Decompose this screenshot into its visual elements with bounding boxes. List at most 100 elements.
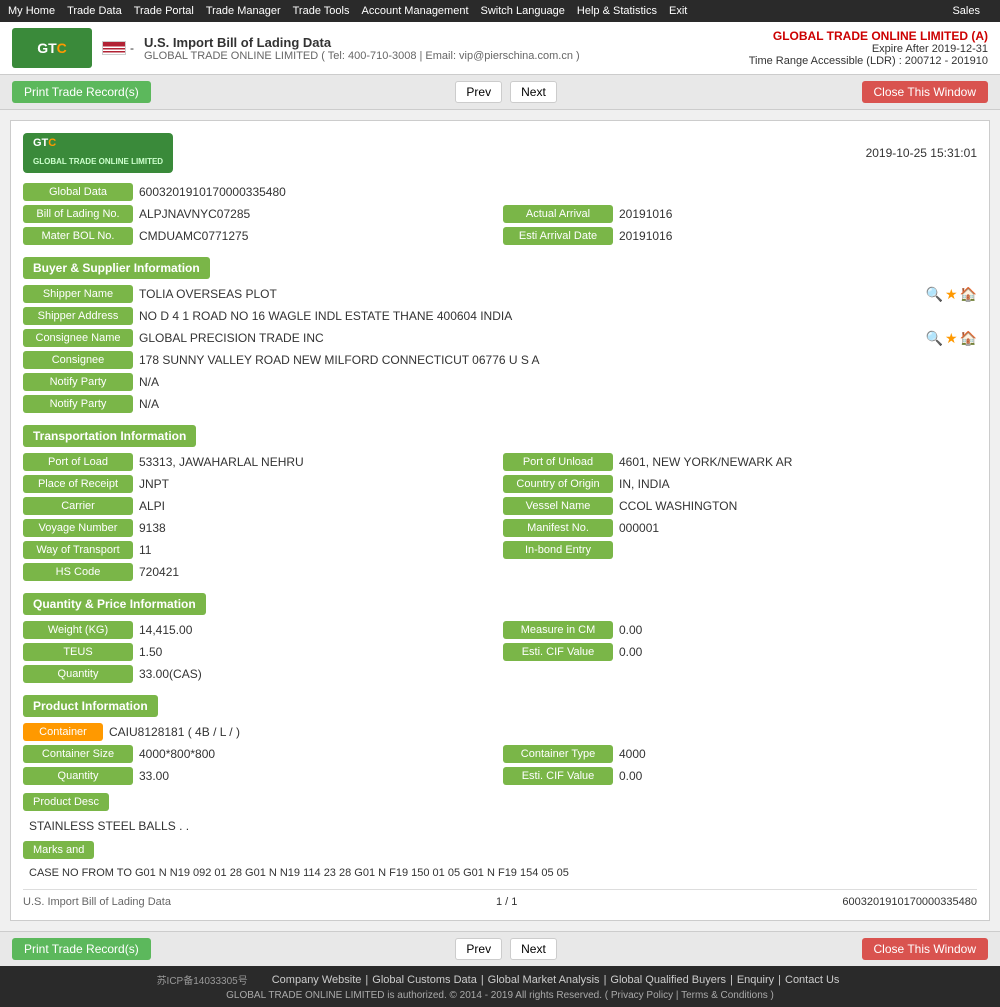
- teus-value: 1.50: [139, 645, 497, 659]
- shipper-name-value: TOLIA OVERSEAS PLOT: [139, 287, 922, 301]
- esti-cif-col: Esti. CIF Value 0.00: [503, 643, 977, 661]
- shipper-address-value: NO D 4 1 ROAD NO 16 WAGLE INDL ESTATE TH…: [139, 309, 977, 323]
- product-esti-cif-label: Esti. CIF Value: [503, 767, 613, 785]
- footer-link-customs[interactable]: Global Customs Data: [372, 974, 477, 986]
- weight-measure-row: Weight (KG) 14,415.00 Measure in CM 0.00: [23, 621, 977, 639]
- header-info: U.S. Import Bill of Lading Data GLOBAL T…: [144, 35, 580, 62]
- voyage-number-value: 9138: [139, 521, 497, 535]
- measure-cm-value: 0.00: [619, 623, 977, 637]
- print-record-button-bottom[interactable]: Print Trade Record(s): [12, 938, 151, 960]
- footer-links-row: 苏ICP备14033305号 Company Website | Global …: [6, 972, 994, 987]
- top-toolbar: Print Trade Record(s) Prev Next Close Th…: [0, 75, 1000, 110]
- shipper-search-icon[interactable]: 🔍: [926, 286, 943, 303]
- notify-party2-row: Notify Party N/A: [23, 395, 977, 413]
- voyage-number-label: Voyage Number: [23, 519, 133, 537]
- container-type-col: Container Type 4000: [503, 745, 977, 763]
- nav-help-statistics[interactable]: Help & Statistics: [577, 5, 657, 17]
- teus-cif-row: TEUS 1.50 Esti. CIF Value 0.00: [23, 643, 977, 661]
- esti-cif-label: Esti. CIF Value: [503, 643, 613, 661]
- nav-trade-manager[interactable]: Trade Manager: [206, 5, 281, 17]
- container-value: CAIU8128181 ( 4B / L / ): [109, 725, 977, 739]
- close-window-button-bottom[interactable]: Close This Window: [862, 938, 988, 960]
- weight-label: Weight (KG): [23, 621, 133, 639]
- actual-arrival-label: Actual Arrival: [503, 205, 613, 223]
- bol-row: Bill of Lading No. ALPJNAVNYC07285 Actua…: [23, 205, 977, 223]
- nav-account-management[interactable]: Account Management: [362, 5, 469, 17]
- nav-switch-language[interactable]: Switch Language: [481, 5, 565, 17]
- footer-link-market[interactable]: Global Market Analysis: [488, 974, 600, 986]
- prev-button-bottom[interactable]: Prev: [455, 938, 502, 960]
- close-window-button-top[interactable]: Close This Window: [862, 81, 988, 103]
- consignee-star-icon[interactable]: ★: [945, 330, 958, 347]
- flag-separator: -: [130, 41, 134, 55]
- icp-text: 苏ICP备14033305号: [157, 972, 248, 987]
- marks-label[interactable]: Marks and: [23, 841, 94, 859]
- master-bol-value: CMDUAMC0771275: [139, 229, 497, 243]
- actual-arrival-col: Actual Arrival 20191016: [503, 205, 977, 223]
- product-desc-section: Product Desc STAINLESS STEEL BALLS . .: [23, 789, 977, 837]
- notify-party2-label: Notify Party: [23, 395, 133, 413]
- product-quantity-value: 33.00: [139, 769, 497, 783]
- consignee-label: Consignee: [23, 351, 133, 369]
- footer-link-buyers[interactable]: Global Qualified Buyers: [610, 974, 726, 986]
- bol-col: Bill of Lading No. ALPJNAVNYC07285: [23, 205, 497, 223]
- shipper-home-icon[interactable]: 🏠: [960, 286, 977, 303]
- manifest-col: Manifest No. 000001: [503, 519, 977, 537]
- teus-label: TEUS: [23, 643, 133, 661]
- port-unload-value: 4601, NEW YORK/NEWARK AR: [619, 455, 977, 469]
- nav-trade-tools[interactable]: Trade Tools: [293, 5, 350, 17]
- nav-exit[interactable]: Exit: [669, 5, 687, 17]
- footer-link-company[interactable]: Company Website: [272, 974, 362, 986]
- nav-trade-data[interactable]: Trade Data: [67, 5, 122, 17]
- consignee-name-label: Consignee Name: [23, 329, 133, 347]
- footer-copyright: GLOBAL TRADE ONLINE LIMITED is authorize…: [6, 990, 994, 1001]
- esti-arrival-col: Esti Arrival Date 20191016: [503, 227, 977, 245]
- master-bol-row: Mater BOL No. CMDUAMC0771275 Esti Arriva…: [23, 227, 977, 245]
- port-unload-label: Port of Unload: [503, 453, 613, 471]
- nav-my-home[interactable]: My Home: [8, 5, 55, 17]
- consignee-name-value: GLOBAL PRECISION TRADE INC: [139, 331, 922, 345]
- shipper-address-row: Shipper Address NO D 4 1 ROAD NO 16 WAGL…: [23, 307, 977, 325]
- expire-date: Expire After 2019-12-31: [749, 43, 988, 55]
- next-button-bottom[interactable]: Next: [510, 938, 557, 960]
- product-section-header: Product Information: [23, 695, 158, 717]
- notify-party1-row: Notify Party N/A: [23, 373, 977, 391]
- nav-buttons-bottom: Prev Next: [453, 938, 558, 960]
- shipper-star-icon[interactable]: ★: [945, 286, 958, 303]
- manifest-no-value: 000001: [619, 521, 977, 535]
- container-size-label: Container Size: [23, 745, 133, 763]
- record-footer: U.S. Import Bill of Lading Data 1 / 1 60…: [23, 889, 977, 908]
- nav-trade-portal[interactable]: Trade Portal: [134, 5, 194, 17]
- footer-separator-5: |: [778, 974, 781, 986]
- consignee-home-icon[interactable]: 🏠: [960, 330, 977, 347]
- master-bol-label: Mater BOL No.: [23, 227, 133, 245]
- vessel-name-value: CCOL WASHINGTON: [619, 499, 977, 513]
- container-size-value: 4000*800*800: [139, 747, 497, 761]
- country-origin-label: Country of Origin: [503, 475, 613, 493]
- place-receipt-col: Place of Receipt JNPT: [23, 475, 497, 493]
- footer-link-contact[interactable]: Contact Us: [785, 974, 839, 986]
- main-content: GTC GLOBAL TRADE ONLINE LIMITED 2019-10-…: [0, 110, 1000, 931]
- manifest-no-label: Manifest No.: [503, 519, 613, 537]
- way-transport-label: Way of Transport: [23, 541, 133, 559]
- next-button-top[interactable]: Next: [510, 81, 557, 103]
- port-unload-col: Port of Unload 4601, NEW YORK/NEWARK AR: [503, 453, 977, 471]
- footer-separator-1: |: [365, 974, 368, 986]
- footer-link-enquiry[interactable]: Enquiry: [737, 974, 774, 986]
- carrier-value: ALPI: [139, 499, 497, 513]
- print-record-button-top[interactable]: Print Trade Record(s): [12, 81, 151, 103]
- consignee-value: 178 SUNNY VALLEY ROAD NEW MILFORD CONNEC…: [139, 353, 977, 367]
- way-transport-value: 11: [139, 543, 497, 557]
- carrier-vessel-row: Carrier ALPI Vessel Name CCOL WASHINGTON: [23, 497, 977, 515]
- voyage-manifest-row: Voyage Number 9138 Manifest No. 000001: [23, 519, 977, 537]
- page-footer: 苏ICP备14033305号 Company Website | Global …: [0, 966, 1000, 1007]
- consignee-search-icon[interactable]: 🔍: [926, 330, 943, 347]
- record-footer-id: 6003201910170000335480: [842, 896, 977, 908]
- nav-sales[interactable]: Sales: [952, 5, 980, 17]
- footer-separator-2: |: [481, 974, 484, 986]
- voyage-col: Voyage Number 9138: [23, 519, 497, 537]
- prev-button-top[interactable]: Prev: [455, 81, 502, 103]
- company-logo: GTC: [12, 28, 92, 68]
- container-size-col: Container Size 4000*800*800: [23, 745, 497, 763]
- hs-code-row: HS Code 720421: [23, 563, 977, 581]
